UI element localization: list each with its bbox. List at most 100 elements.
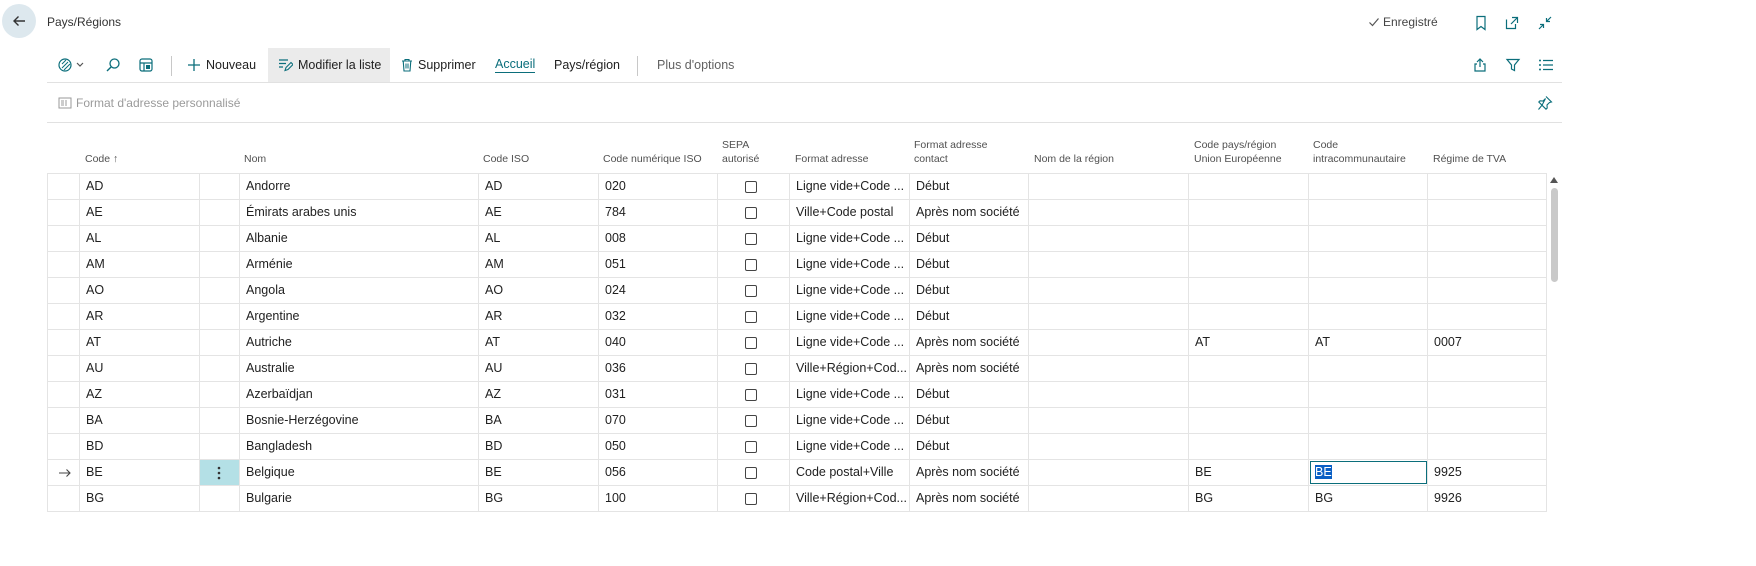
sepa-checkbox[interactable]	[745, 441, 757, 453]
cell-iso[interactable]: AL	[479, 226, 599, 251]
cell-fmt[interactable]: Ligne vide+Code ...	[790, 278, 910, 303]
cell-region[interactable]	[1029, 252, 1189, 277]
cell-code[interactable]: AL	[80, 226, 200, 251]
table-row[interactable]: BD Bangladesh BD 050 Ligne vide+Code ... Débu…	[47, 434, 1547, 460]
row-action-menu[interactable]	[200, 486, 240, 511]
tab-pays-region[interactable]: Pays/région	[554, 48, 620, 82]
column-header-code[interactable]: Code ↑	[85, 152, 118, 166]
cell-intra[interactable]	[1309, 408, 1428, 433]
table-row[interactable]: BE Belgique BE 056 Code postal+Ville Après no…	[47, 460, 1547, 486]
cell-code[interactable]: AT	[80, 330, 200, 355]
cell-fmt[interactable]: Ligne vide+Code ...	[790, 252, 910, 277]
sepa-checkbox[interactable]	[745, 389, 757, 401]
cell-fmt[interactable]: Ligne vide+Code ...	[790, 174, 910, 199]
cell-ue[interactable]	[1189, 408, 1309, 433]
tab-accueil[interactable]: Accueil	[495, 48, 536, 82]
sepa-checkbox[interactable]	[745, 493, 757, 505]
cell-iso[interactable]: AD	[479, 174, 599, 199]
cell-ue[interactable]	[1189, 382, 1309, 407]
column-header-code-ue[interactable]: Code pays/région Union Européenne	[1194, 138, 1282, 166]
cell-ue[interactable]	[1189, 200, 1309, 225]
cell-fmt[interactable]: Ligne vide+Code ...	[790, 434, 910, 459]
cell-num[interactable]: 024	[599, 278, 718, 303]
row-action-menu[interactable]	[200, 330, 240, 355]
cell-fmt[interactable]: Ligne vide+Code ...	[790, 330, 910, 355]
cell-intra[interactable]	[1309, 200, 1428, 225]
cell-nom[interactable]: Azerbaïdjan	[240, 382, 479, 407]
cell-intra[interactable]: BG	[1309, 486, 1428, 511]
row-selector[interactable]	[47, 434, 80, 459]
table-row[interactable]: AD Andorre AD 020 Ligne vide+Code ... Début	[47, 173, 1547, 200]
cell-num[interactable]: 070	[599, 408, 718, 433]
column-header-format-adresse[interactable]: Format adresse	[795, 152, 869, 166]
cell-num[interactable]: 051	[599, 252, 718, 277]
cell-fmt[interactable]: Ville+Code postal	[790, 200, 910, 225]
column-header-nom[interactable]: Nom	[244, 152, 266, 166]
back-button[interactable]	[2, 4, 36, 38]
cell-ue[interactable]	[1189, 304, 1309, 329]
cell-tva[interactable]	[1428, 200, 1547, 225]
cell-ue[interactable]: AT	[1189, 330, 1309, 355]
cell-num[interactable]: 036	[599, 356, 718, 381]
cell-iso[interactable]: AE	[479, 200, 599, 225]
cell-iso[interactable]: AU	[479, 356, 599, 381]
cell-tva[interactable]: 9925	[1428, 460, 1547, 485]
cell-tva[interactable]	[1428, 434, 1547, 459]
column-header-nom-region[interactable]: Nom de la région	[1034, 152, 1114, 166]
cell-region[interactable]	[1029, 226, 1189, 251]
cell-contact[interactable]: Début	[910, 408, 1029, 433]
table-row[interactable]: AZ Azerbaïdjan AZ 031 Ligne vide+Code ... Déb…	[47, 382, 1547, 408]
cell-contact[interactable]: Après nom société	[910, 460, 1029, 485]
cell-nom[interactable]: Australie	[240, 356, 479, 381]
cell-fmt[interactable]: Ligne vide+Code ...	[790, 408, 910, 433]
cell-region[interactable]	[1029, 356, 1189, 381]
cell-code[interactable]: AZ	[80, 382, 200, 407]
row-action-menu[interactable]	[200, 408, 240, 433]
cell-fmt[interactable]: Ligne vide+Code ...	[790, 382, 910, 407]
cell-iso[interactable]: AM	[479, 252, 599, 277]
cell-intra[interactable]	[1309, 226, 1428, 251]
list-view-button[interactable]	[1538, 48, 1554, 82]
cell-region[interactable]	[1029, 174, 1189, 199]
cell-tva[interactable]	[1428, 226, 1547, 251]
cell-contact[interactable]: Après nom société	[910, 356, 1029, 381]
cell-region[interactable]	[1029, 278, 1189, 303]
table-row[interactable]: AL Albanie AL 008 Ligne vide+Code ... Début	[47, 226, 1547, 252]
row-action-menu[interactable]	[200, 356, 240, 381]
vertical-scrollbar-thumb[interactable]	[1551, 188, 1558, 282]
cell-code[interactable]: BG	[80, 486, 200, 511]
cell-ue[interactable]	[1189, 434, 1309, 459]
cell-region[interactable]	[1029, 304, 1189, 329]
views-dropdown-button[interactable]	[57, 48, 87, 82]
cell-contact[interactable]: Après nom société	[910, 200, 1029, 225]
cell-tva[interactable]: 9926	[1428, 486, 1547, 511]
row-selector[interactable]	[47, 460, 80, 485]
open-new-window-button[interactable]	[1503, 14, 1521, 32]
cell-iso[interactable]: BD	[479, 434, 599, 459]
cell-iso[interactable]: AZ	[479, 382, 599, 407]
cell-num[interactable]: 056	[599, 460, 718, 485]
cell-contact[interactable]: Début	[910, 252, 1029, 277]
cell-intra[interactable]	[1309, 252, 1428, 277]
row-action-menu[interactable]	[200, 200, 240, 225]
cell-code[interactable]: AD	[80, 174, 200, 199]
row-selector[interactable]	[47, 408, 80, 433]
sepa-checkbox[interactable]	[745, 363, 757, 375]
cell-code[interactable]: BE	[80, 460, 200, 485]
cell-contact[interactable]: Début	[910, 174, 1029, 199]
cell-num[interactable]: 050	[599, 434, 718, 459]
cell-nom[interactable]: Arménie	[240, 252, 479, 277]
row-selector[interactable]	[47, 356, 80, 381]
cell-num[interactable]: 032	[599, 304, 718, 329]
cell-num[interactable]: 031	[599, 382, 718, 407]
cell-code[interactable]: AO	[80, 278, 200, 303]
column-header-sepa[interactable]: SEPA autorisé	[722, 138, 759, 166]
row-action-menu[interactable]	[200, 252, 240, 277]
cell-intra[interactable]	[1309, 382, 1428, 407]
cell-intra[interactable]	[1309, 174, 1428, 199]
row-selector[interactable]	[47, 304, 80, 329]
table-row[interactable]: AE Émirats arabes unis AE 784 Ville+Code pos…	[47, 200, 1547, 226]
row-selector[interactable]	[47, 330, 80, 355]
cell-ue[interactable]	[1189, 226, 1309, 251]
cell-nom[interactable]: Bulgarie	[240, 486, 479, 511]
